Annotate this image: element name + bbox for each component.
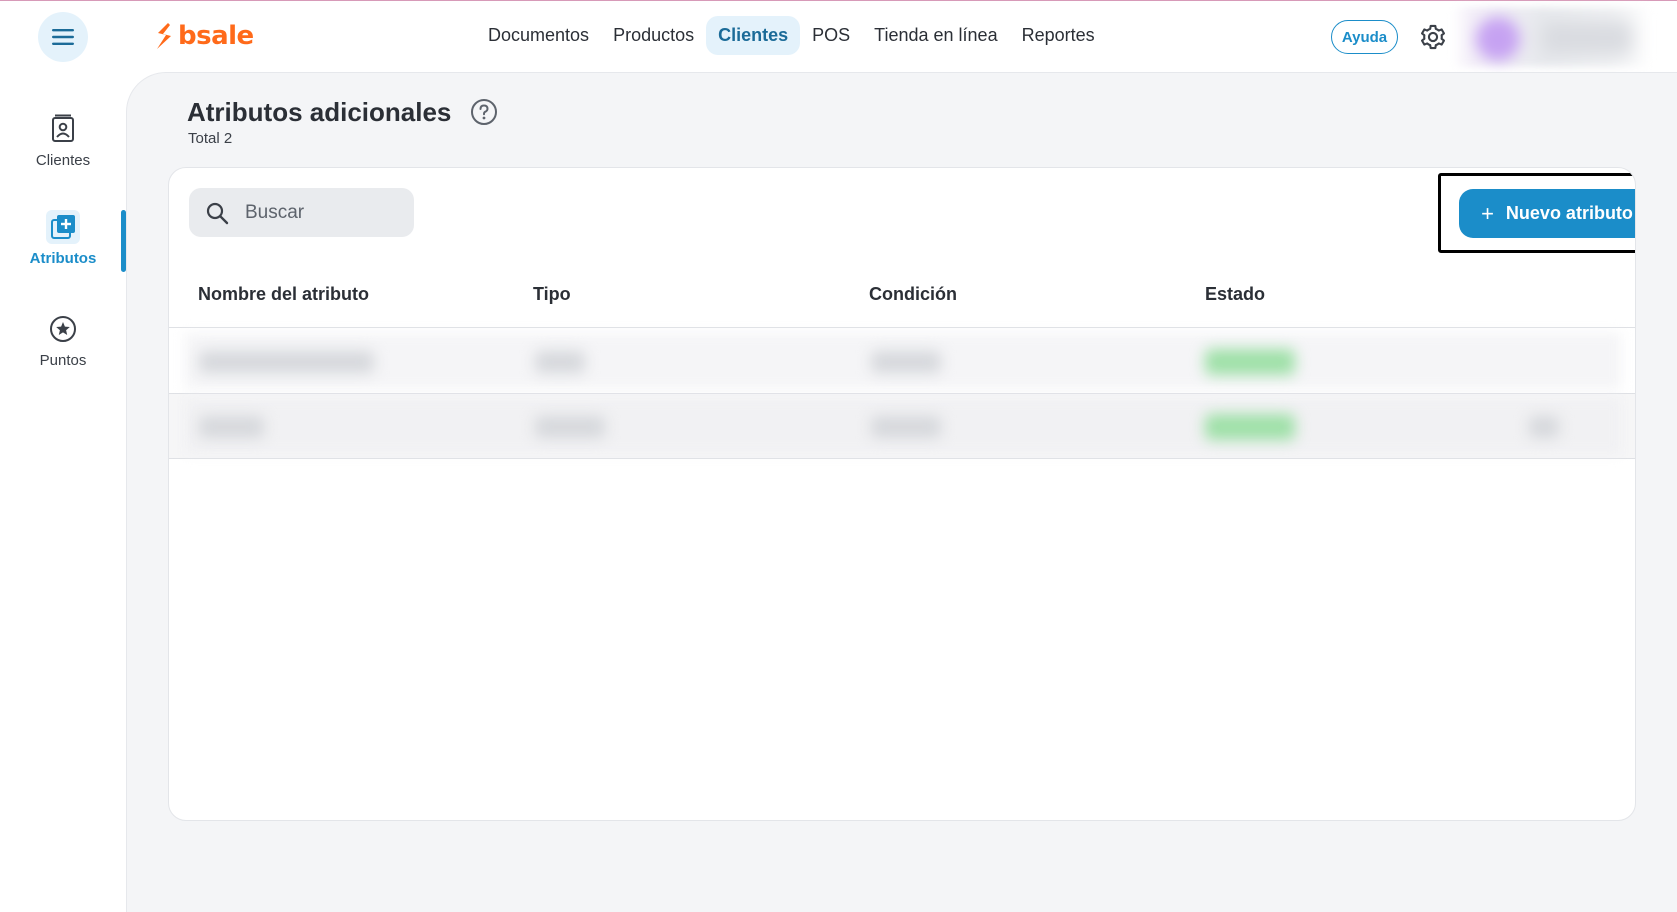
column-header-tipo[interactable]: Tipo — [533, 284, 571, 305]
table-header: Nombre del atributo Tipo Condición Estad… — [169, 268, 1635, 328]
main-content: Atributos adicionales Total 2 + Nuevo at… — [126, 72, 1677, 912]
bsale-logo[interactable]: bsale — [154, 21, 254, 51]
help-circle-icon[interactable] — [470, 98, 498, 126]
new-attribute-button[interactable]: + Nuevo atributo — [1459, 189, 1635, 238]
redacted-cell — [199, 416, 264, 438]
top-header: bsale Documentos Productos Clientes POS … — [0, 1, 1677, 71]
redacted-cell — [199, 351, 374, 373]
nav-clientes[interactable]: Clientes — [706, 16, 801, 55]
nav-reportes[interactable]: Reportes — [1010, 16, 1107, 55]
nav-tienda-en-linea[interactable]: Tienda en línea — [862, 16, 1009, 55]
gear-icon[interactable] — [1419, 23, 1447, 51]
bsale-logo-icon — [157, 23, 171, 49]
table-row[interactable] — [169, 394, 1635, 459]
hamburger-menu-button[interactable] — [38, 12, 88, 62]
column-header-condicion[interactable]: Condición — [869, 284, 957, 305]
search-box[interactable] — [189, 188, 414, 237]
sidebar-item-label: Puntos — [39, 352, 87, 369]
user-profile-menu[interactable] — [1452, 7, 1652, 67]
contact-card-icon — [52, 114, 74, 142]
hamburger-icon — [52, 29, 74, 45]
help-button[interactable]: Ayuda — [1331, 20, 1398, 54]
page-title: Atributos adicionales — [187, 97, 452, 127]
logo-text: bsale — [178, 21, 254, 51]
sidebar-item-label: Clientes — [35, 152, 91, 169]
total-count: Total 2 — [188, 130, 233, 147]
status-badge — [1205, 349, 1295, 375]
main-nav: Documentos Productos Clientes POS Tienda… — [476, 16, 1107, 55]
redacted-cell — [535, 416, 605, 438]
add-attribute-icon — [51, 215, 75, 239]
sidebar: Clientes Atributos Puntos — [0, 72, 126, 912]
avatar — [1476, 17, 1520, 61]
table-row[interactable] — [169, 329, 1635, 394]
redacted-cell — [871, 416, 941, 438]
sidebar-item-clientes[interactable]: Clientes — [0, 112, 126, 169]
user-name-redacted — [1542, 21, 1632, 55]
search-icon — [206, 202, 229, 224]
nav-documentos[interactable]: Documentos — [476, 16, 601, 55]
search-input[interactable] — [245, 201, 405, 224]
row-actions-icon[interactable] — [1529, 416, 1559, 438]
column-header-estado[interactable]: Estado — [1205, 284, 1265, 305]
status-badge — [1205, 414, 1295, 440]
redacted-cell — [535, 351, 585, 373]
nav-pos[interactable]: POS — [800, 16, 862, 55]
redacted-cell — [871, 351, 941, 373]
column-header-nombre[interactable]: Nombre del atributo — [198, 284, 369, 305]
attributes-card: + Nuevo atributo Nombre del atributo Tip… — [168, 167, 1636, 821]
sidebar-item-puntos[interactable]: Puntos — [0, 312, 126, 369]
nav-productos[interactable]: Productos — [601, 16, 706, 55]
sidebar-item-label: Atributos — [29, 250, 97, 267]
new-attribute-label: Nuevo atributo — [1505, 203, 1633, 223]
plus-icon: + — [1481, 200, 1494, 226]
sidebar-item-atributos[interactable]: Atributos — [0, 210, 126, 267]
star-circle-icon — [50, 316, 76, 342]
